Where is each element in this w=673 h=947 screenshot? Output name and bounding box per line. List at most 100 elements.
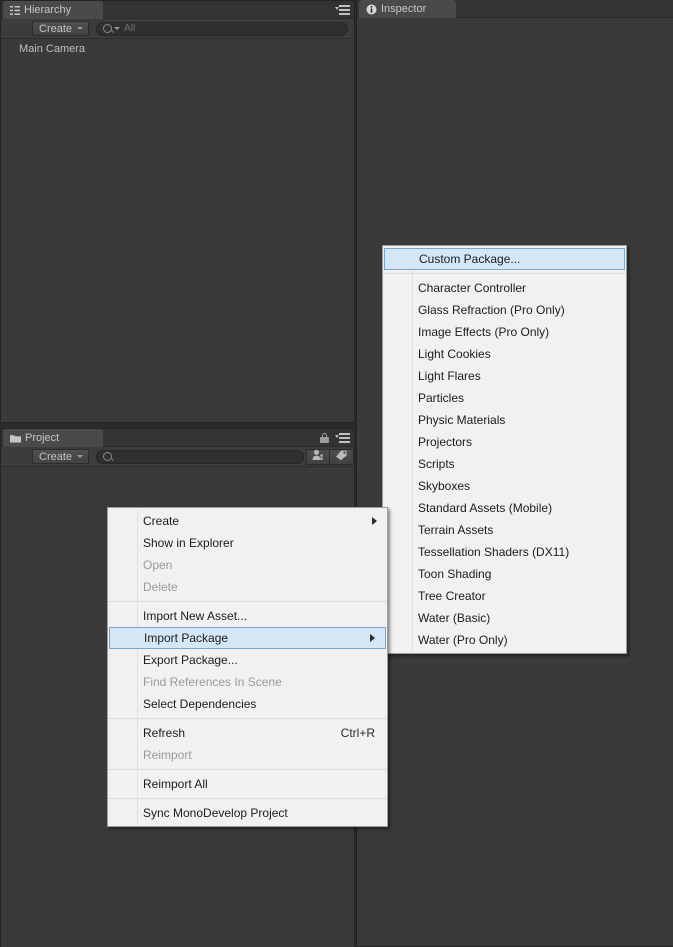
- import-package-item-scripts[interactable]: Scripts: [383, 453, 626, 475]
- project-toolbar: Create: [1, 447, 354, 467]
- context-menu-item-shortcut: Ctrl+R: [340, 726, 375, 740]
- hierarchy-item-main-camera[interactable]: Main Camera: [1, 41, 85, 57]
- import-package-item-label: Toon Shading: [418, 567, 492, 581]
- context-menu-item-reimport-all[interactable]: Reimport All: [108, 773, 387, 795]
- context-menu-item-refresh[interactable]: Refresh Ctrl+R: [108, 722, 387, 744]
- lock-icon[interactable]: [320, 433, 329, 443]
- project-panel-menu-icon[interactable]: [335, 433, 350, 443]
- tab-hierarchy[interactable]: Hierarchy: [3, 1, 103, 19]
- import-package-item-label: Tree Creator: [418, 589, 486, 603]
- project-context-menu: Create Show in Explorer Open Delete Import N…: [107, 507, 388, 827]
- hierarchy-icon: [10, 5, 20, 15]
- info-icon: [366, 4, 377, 15]
- import-package-submenu: Custom Package... Character Controller Gla…: [382, 245, 627, 654]
- hierarchy-search-placeholder: All: [124, 23, 136, 34]
- context-menu-item-label: Open: [143, 558, 173, 572]
- filter-by-type-icon: [312, 449, 325, 464]
- hierarchy-panel-menu-icon[interactable]: [335, 5, 350, 15]
- filter-by-label-icon: [335, 449, 348, 464]
- import-package-item-toon-shading[interactable]: Toon Shading: [383, 563, 626, 585]
- import-package-item-light-flares[interactable]: Light Flares: [383, 365, 626, 387]
- context-menu-item-label: Import Package: [144, 631, 229, 645]
- project-create-button[interactable]: Create: [32, 449, 90, 464]
- context-menu-item-show-in-explorer[interactable]: Show in Explorer: [108, 532, 387, 554]
- context-menu-item-open: Open: [108, 554, 387, 576]
- import-package-item-water-pro-only[interactable]: Water (Pro Only): [383, 629, 626, 651]
- context-menu-item-label: Export Package...: [143, 653, 238, 667]
- tab-inspector[interactable]: Inspector: [359, 0, 456, 18]
- import-package-item-particles[interactable]: Particles: [383, 387, 626, 409]
- chevron-right-icon: [370, 634, 375, 642]
- search-icon: [103, 24, 113, 33]
- context-menu-item-label: Delete: [143, 580, 178, 594]
- filter-by-type-button[interactable]: [306, 448, 330, 465]
- import-package-item-light-cookies[interactable]: Light Cookies: [383, 343, 626, 365]
- hierarchy-create-label: Create: [39, 22, 73, 35]
- context-menu-item-reimport: Reimport: [108, 744, 387, 766]
- import-package-item-glass-refraction-pro-only[interactable]: Glass Refraction (Pro Only): [383, 299, 626, 321]
- import-package-item-label: Light Flares: [418, 369, 481, 383]
- context-menu-item-sync-monodevelop-project[interactable]: Sync MonoDevelop Project: [108, 802, 387, 824]
- import-package-item-label: Particles: [418, 391, 465, 405]
- context-menu-separator: [108, 769, 387, 770]
- import-package-item-projectors[interactable]: Projectors: [383, 431, 626, 453]
- import-package-item-label: Scripts: [418, 457, 455, 471]
- hierarchy-search-input[interactable]: All: [96, 21, 348, 36]
- import-package-item-image-effects-pro-only[interactable]: Image Effects (Pro Only): [383, 321, 626, 343]
- import-package-item-label: Terrain Assets: [418, 523, 494, 537]
- context-menu-item-find-references-in-scene: Find References In Scene: [108, 671, 387, 693]
- import-package-item-custom-package[interactable]: Custom Package...: [384, 248, 625, 270]
- tab-project-label: Project: [25, 432, 60, 444]
- search-icon: [103, 452, 113, 461]
- import-package-item-standard-assets-mobile[interactable]: Standard Assets (Mobile): [383, 497, 626, 519]
- import-package-item-label: Glass Refraction (Pro Only): [418, 303, 565, 317]
- import-package-item-label: Water (Basic): [418, 611, 491, 625]
- import-package-item-label: Custom Package...: [419, 252, 521, 266]
- hierarchy-tree: Main Camera: [1, 40, 354, 422]
- project-search-input[interactable]: [96, 449, 304, 464]
- tab-hierarchy-label: Hierarchy: [24, 4, 72, 16]
- context-menu-item-import-new-asset[interactable]: Import New Asset...: [108, 605, 387, 627]
- import-package-item-water-basic[interactable]: Water (Basic): [383, 607, 626, 629]
- context-menu-item-export-package[interactable]: Export Package...: [108, 649, 387, 671]
- context-menu-item-label: Show in Explorer: [143, 536, 234, 550]
- tab-inspector-label: Inspector: [381, 3, 427, 15]
- import-package-item-tessellation-shaders-dx11[interactable]: Tessellation Shaders (DX11): [383, 541, 626, 563]
- tab-project[interactable]: Project: [3, 429, 103, 447]
- context-menu-item-select-dependencies[interactable]: Select Dependencies: [108, 693, 387, 715]
- project-tabstrip: Project: [1, 429, 354, 447]
- hierarchy-create-button[interactable]: Create: [32, 21, 90, 36]
- import-package-item-terrain-assets[interactable]: Terrain Assets: [383, 519, 626, 541]
- import-package-item-skyboxes[interactable]: Skyboxes: [383, 475, 626, 497]
- import-package-item-character-controller[interactable]: Character Controller: [383, 277, 626, 299]
- hierarchy-tabstrip: Hierarchy: [1, 1, 354, 19]
- context-menu-item-create[interactable]: Create: [108, 510, 387, 532]
- import-package-item-label: Image Effects (Pro Only): [418, 325, 550, 339]
- context-menu-item-import-package[interactable]: Import Package: [109, 627, 386, 649]
- chevron-down-icon: [77, 27, 84, 30]
- context-menu-item-label: Sync MonoDevelop Project: [143, 806, 288, 820]
- project-create-label: Create: [39, 450, 73, 463]
- context-menu-item-delete: Delete: [108, 576, 387, 598]
- context-menu-item-label: Find References In Scene: [143, 675, 282, 689]
- hierarchy-panel: Hierarchy Create All Main Camera: [0, 0, 355, 423]
- chevron-right-icon: [372, 517, 377, 525]
- import-package-item-physic-materials[interactable]: Physic Materials: [383, 409, 626, 431]
- import-package-separator: [383, 273, 626, 274]
- inspector-tabstrip: Inspector: [357, 0, 673, 18]
- import-package-item-label: Light Cookies: [418, 347, 491, 361]
- filter-by-label-button[interactable]: [330, 448, 354, 465]
- context-menu-item-label: Import New Asset...: [143, 609, 248, 623]
- hierarchy-toolbar: Create All: [1, 19, 354, 39]
- import-package-item-tree-creator[interactable]: Tree Creator: [383, 585, 626, 607]
- context-menu-item-label: Refresh: [143, 726, 186, 740]
- import-package-item-label: Standard Assets (Mobile): [418, 501, 553, 515]
- import-package-item-label: Skyboxes: [418, 479, 471, 493]
- search-filter-chevron-icon: [114, 27, 121, 30]
- context-menu-separator: [108, 601, 387, 602]
- context-menu-item-label: Select Dependencies: [143, 697, 257, 711]
- import-package-item-label: Character Controller: [418, 281, 527, 295]
- import-package-item-label: Projectors: [418, 435, 473, 449]
- chevron-down-icon: [77, 455, 84, 458]
- context-menu-separator: [108, 798, 387, 799]
